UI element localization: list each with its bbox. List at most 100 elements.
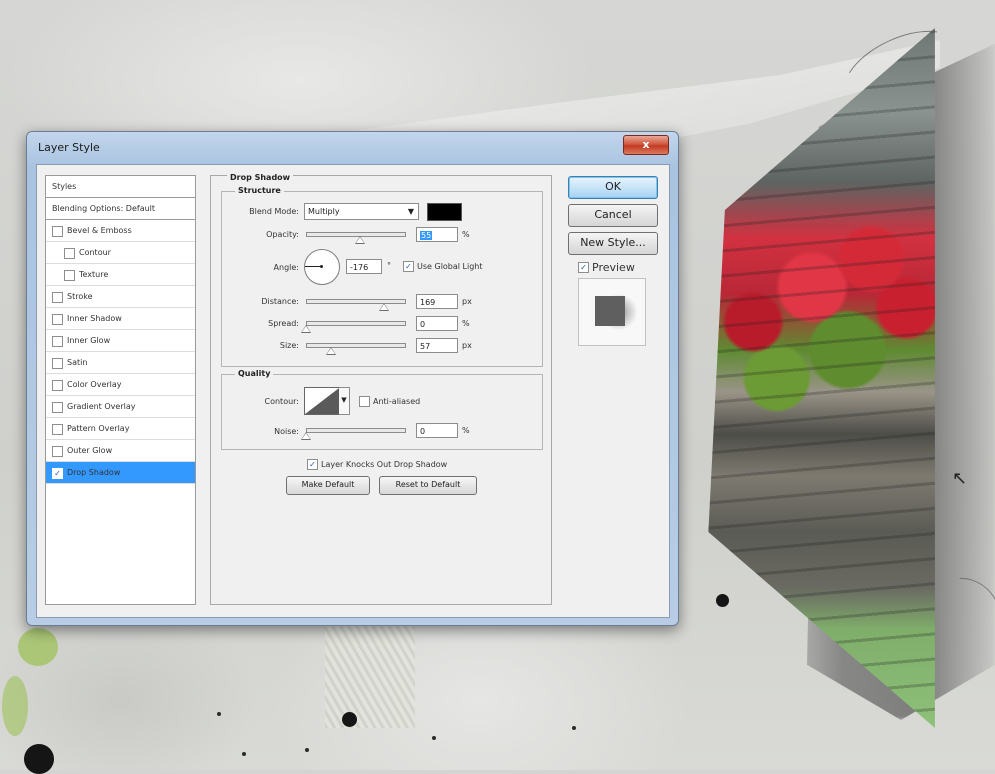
- spread-unit: %: [462, 319, 470, 328]
- style-item[interactable]: Inner Glow: [46, 330, 195, 352]
- style-item-checkbox[interactable]: [52, 402, 63, 413]
- style-item-checkbox[interactable]: [52, 358, 63, 369]
- size-label: Size:: [279, 341, 299, 350]
- style-item[interactable]: Contour: [46, 242, 195, 264]
- rotate-cursor-icon: ↖: [952, 468, 968, 489]
- map-texture-patch: [325, 618, 415, 728]
- ink-dot: [305, 748, 309, 752]
- knockout-checkbox[interactable]: ✓: [307, 459, 318, 470]
- drop-shadow-title: Drop Shadow: [227, 173, 294, 182]
- use-global-light-label: Use Global Light: [417, 262, 483, 271]
- title-bar[interactable]: Layer Style x: [27, 132, 678, 164]
- style-item[interactable]: Outer Glow: [46, 440, 195, 462]
- style-item-label: Color Overlay: [67, 380, 122, 389]
- preview-checkbox[interactable]: ✓: [578, 262, 589, 273]
- check-icon: ✓: [580, 263, 587, 272]
- quality-group: Quality Contour: ▼ Anti-aliased Noise: 0: [221, 369, 543, 450]
- noise-field[interactable]: 0: [416, 423, 458, 438]
- angle-dial[interactable]: [304, 249, 340, 285]
- style-item[interactable]: Gradient Overlay: [46, 396, 195, 418]
- spread-slider-handle[interactable]: [301, 325, 311, 333]
- blend-mode-select[interactable]: Multiply ▼: [304, 203, 419, 220]
- distance-slider[interactable]: [306, 299, 406, 304]
- style-item-checkbox[interactable]: [64, 270, 75, 281]
- ok-button[interactable]: OK: [568, 176, 658, 199]
- noise-slider[interactable]: [306, 428, 406, 433]
- spread-field[interactable]: 0: [416, 316, 458, 331]
- angle-dial-center: [320, 265, 323, 268]
- style-item-checkbox[interactable]: [64, 248, 75, 259]
- size-field[interactable]: 57: [416, 338, 458, 353]
- structure-title: Structure: [235, 186, 284, 195]
- size-unit: px: [462, 341, 472, 350]
- anti-aliased-checkbox[interactable]: [359, 396, 370, 407]
- contour-curve-icon: [305, 388, 339, 414]
- opacity-label: Opacity:: [266, 230, 299, 239]
- distance-field[interactable]: 169: [416, 294, 458, 309]
- knockout-label: Layer Knocks Out Drop Shadow: [321, 460, 448, 469]
- ink-dot: [242, 752, 246, 756]
- angle-field[interactable]: -176: [346, 259, 382, 274]
- size-slider[interactable]: [306, 343, 406, 348]
- style-item-label: Stroke: [67, 292, 93, 301]
- check-icon: ✓: [405, 262, 412, 271]
- dialog-title: Layer Style: [38, 141, 100, 154]
- chevron-down-icon: ▼: [407, 207, 414, 216]
- style-item-label: Inner Glow: [67, 336, 111, 345]
- style-item-checkbox[interactable]: [52, 226, 63, 237]
- style-item-checkbox[interactable]: ✓: [52, 468, 63, 479]
- style-item[interactable]: Inner Shadow: [46, 308, 195, 330]
- close-button[interactable]: x: [623, 135, 669, 155]
- style-item[interactable]: Stroke: [46, 286, 195, 308]
- noise-label: Noise:: [274, 427, 299, 436]
- style-item-label: Bevel & Emboss: [67, 226, 132, 235]
- drop-shadow-panel: Drop Shadow Structure Blend Mode: Multip…: [210, 173, 552, 605]
- style-item-checkbox[interactable]: [52, 314, 63, 325]
- use-global-light-checkbox[interactable]: ✓: [403, 261, 414, 272]
- opacity-slider-handle[interactable]: [354, 236, 365, 244]
- style-item-label: Gradient Overlay: [67, 402, 136, 411]
- opacity-field[interactable]: 55: [416, 227, 458, 242]
- styles-header[interactable]: Styles: [46, 176, 195, 198]
- shadow-color-swatch[interactable]: [427, 203, 462, 221]
- style-item[interactable]: ✓ Drop Shadow: [46, 462, 195, 484]
- noise-unit: %: [462, 426, 470, 435]
- style-item[interactable]: Texture: [46, 264, 195, 286]
- style-item-label: Inner Shadow: [67, 314, 122, 323]
- chevron-down-icon: ▼: [341, 396, 347, 404]
- style-item-label: Drop Shadow: [67, 468, 121, 477]
- reset-to-default-button[interactable]: Reset to Default: [379, 476, 477, 495]
- style-item[interactable]: Bevel & Emboss: [46, 220, 195, 242]
- layer-style-dialog: Layer Style x Styles Blending Options: D…: [26, 131, 679, 626]
- style-item-checkbox[interactable]: [52, 336, 63, 347]
- distance-unit: px: [462, 297, 472, 306]
- style-item[interactable]: Pattern Overlay: [46, 418, 195, 440]
- make-default-button[interactable]: Make Default: [286, 476, 370, 495]
- opacity-unit: %: [462, 230, 470, 239]
- style-item-checkbox[interactable]: [52, 424, 63, 435]
- style-item[interactable]: Color Overlay: [46, 374, 195, 396]
- noise-slider-handle[interactable]: [301, 432, 311, 440]
- blending-options-item[interactable]: Blending Options: Default: [46, 198, 195, 220]
- cancel-button[interactable]: Cancel: [568, 204, 658, 227]
- contour-label: Contour:: [264, 397, 300, 406]
- style-item-checkbox[interactable]: [52, 292, 63, 303]
- blend-mode-value: Multiply: [308, 207, 340, 216]
- distance-label: Distance:: [261, 297, 299, 306]
- new-style-button[interactable]: New Style...: [568, 232, 658, 255]
- dialog-body: Styles Blending Options: Default Bevel &…: [36, 164, 670, 618]
- green-leaf-blob: [2, 676, 28, 736]
- style-item-checkbox[interactable]: [52, 380, 63, 391]
- green-leaf-blob: [18, 628, 58, 666]
- style-item[interactable]: Satin: [46, 352, 195, 374]
- close-icon: x: [642, 138, 650, 151]
- contour-picker[interactable]: [304, 387, 340, 415]
- contour-dropdown[interactable]: ▼: [339, 387, 350, 415]
- style-item-label: Texture: [79, 270, 109, 279]
- blend-mode-label: Blend Mode:: [249, 207, 299, 216]
- style-item-checkbox[interactable]: [52, 446, 63, 457]
- spread-slider[interactable]: [306, 321, 406, 326]
- distance-slider-handle[interactable]: [379, 303, 390, 311]
- structure-group: Structure Blend Mode: Multiply ▼ Opacity…: [221, 186, 543, 367]
- size-slider-handle[interactable]: [325, 347, 336, 355]
